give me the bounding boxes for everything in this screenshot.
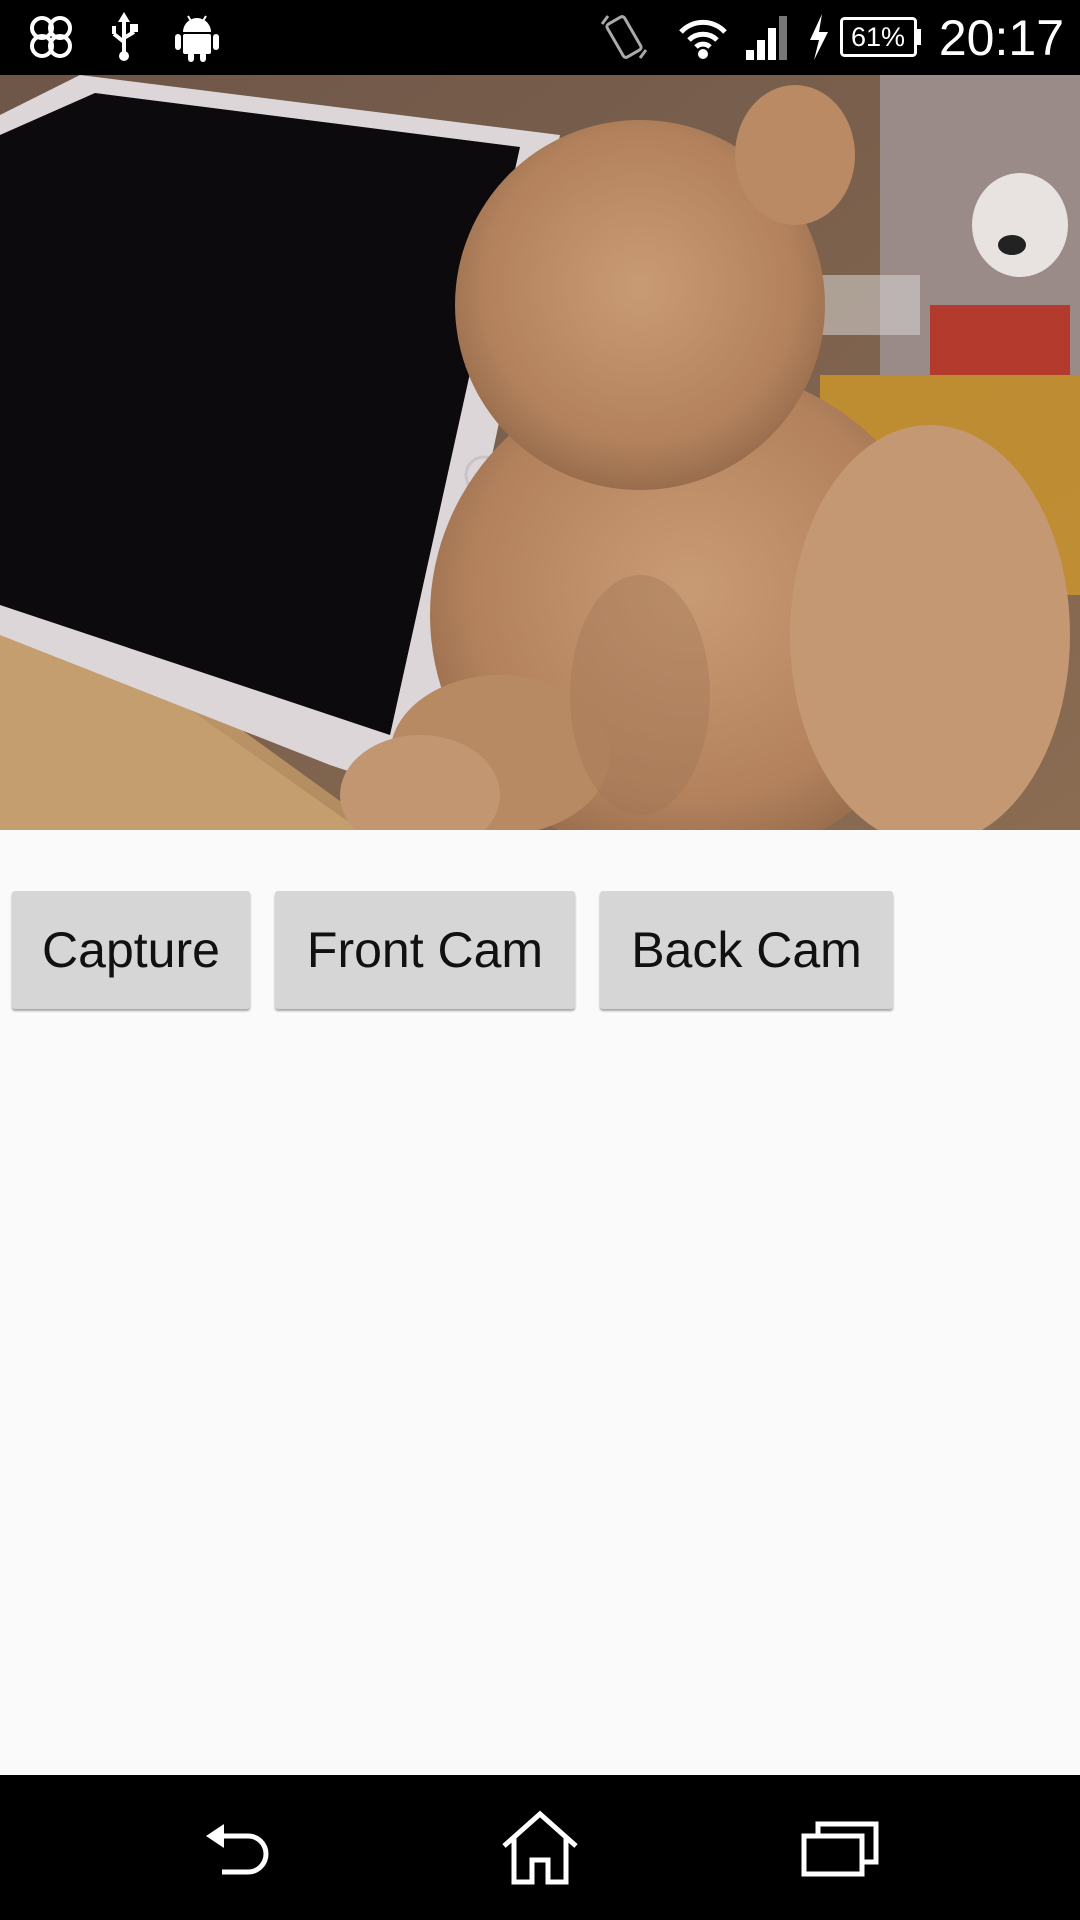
usb-icon [106, 12, 142, 62]
back-button[interactable] [172, 1795, 312, 1900]
wifi-icon [678, 12, 728, 62]
vibrate-icon [598, 12, 650, 62]
camera-preview-image [0, 75, 1080, 830]
back-cam-button[interactable]: Back Cam [600, 891, 893, 1009]
recents-icon [801, 1821, 879, 1876]
home-button[interactable] [470, 1795, 610, 1900]
back-icon [206, 1823, 269, 1874]
charging-icon [806, 12, 832, 62]
recents-button[interactable] [770, 1795, 910, 1900]
battery-icon: 61% [840, 12, 922, 62]
app-notification-icon [26, 12, 78, 62]
camera-controls: Capture Front Cam Back Cam [0, 891, 1080, 1011]
capture-button[interactable]: Capture [12, 891, 250, 1009]
camera-preview[interactable] [0, 75, 1080, 830]
android-debug-icon [174, 12, 220, 62]
front-cam-button[interactable]: Front Cam [275, 891, 575, 1009]
status-time: 20:17 [938, 10, 1064, 66]
status-bar: 61% 20:17 [0, 0, 1080, 75]
home-icon [502, 1810, 578, 1884]
navigation-bar [0, 1775, 1080, 1920]
signal-icon [744, 12, 792, 62]
battery-percent: 61% [850, 22, 906, 52]
